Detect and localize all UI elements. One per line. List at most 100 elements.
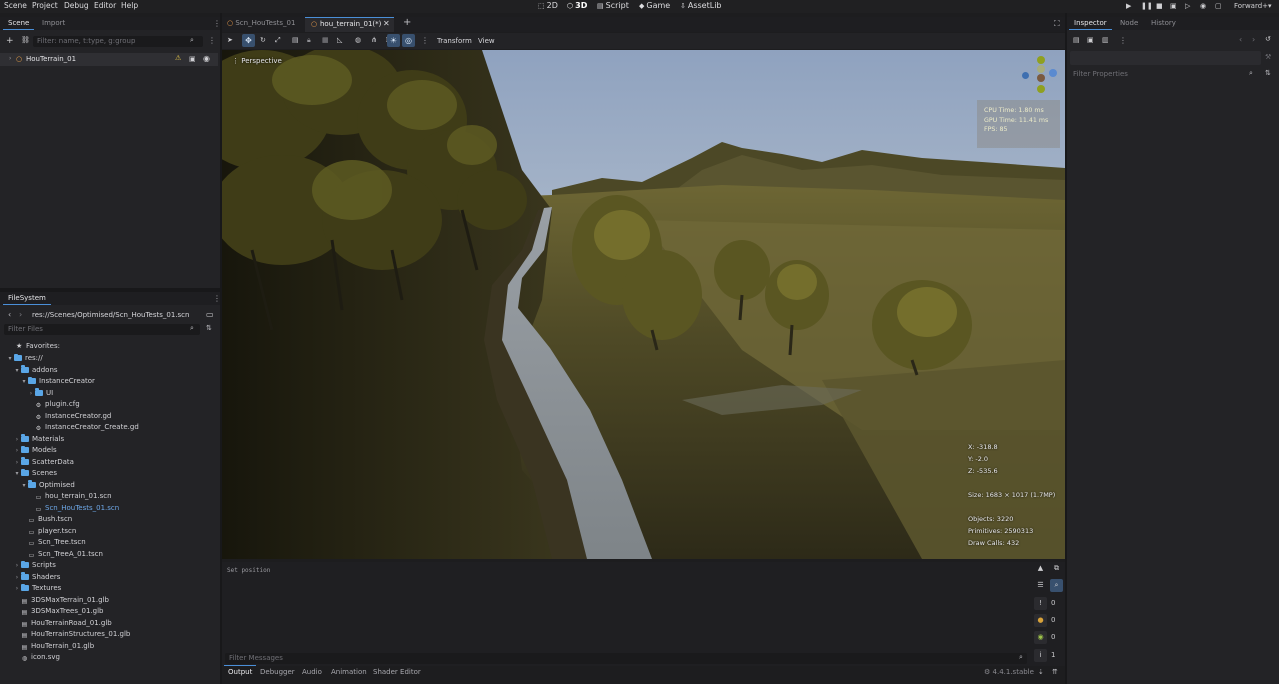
fullscreen-icon[interactable]: ⛶	[1054, 19, 1060, 29]
sun-preview-icon[interactable]: ☀	[387, 34, 400, 47]
rotate-tool-icon[interactable]: ↻	[260, 36, 266, 44]
play-icon[interactable]: ▶	[1126, 2, 1131, 10]
expand-panel-icon[interactable]: ⇈	[1052, 668, 1058, 676]
pause-icon[interactable]: ❚❚	[1141, 2, 1153, 10]
warning-icon[interactable]: ⚠	[175, 54, 181, 62]
forward-icon[interactable]: ›	[19, 310, 22, 319]
expand-arrow-icon[interactable]: ›	[13, 572, 21, 584]
file-row[interactable]: ▭ Bush.tscn	[0, 514, 218, 526]
menu-help[interactable]: Help	[121, 1, 138, 10]
back-icon[interactable]: ‹	[8, 310, 11, 319]
movie-maker-icon[interactable]: ◉	[1200, 2, 1206, 10]
history-back-icon[interactable]: ‹	[1239, 35, 1242, 44]
filter-lines-icon[interactable]: ☰	[1034, 579, 1047, 592]
file-row[interactable]: ⚙ InstanceCreator.gd	[0, 411, 218, 423]
close-icon[interactable]: ✕	[383, 19, 390, 28]
link-icon[interactable]: ⛓	[21, 36, 30, 44]
sort-icon[interactable]: ⇅	[1265, 69, 1271, 77]
expand-arrow-icon[interactable]: ▾	[6, 353, 14, 365]
folder-row[interactable]: › Shaders	[0, 572, 218, 584]
tab-history[interactable]: History	[1151, 19, 1176, 27]
3d-viewport[interactable]: ⋮ Perspective CPU Time: 1.80 ms GPU Time…	[222, 50, 1065, 559]
scene-filter-input[interactable]: Filter: name, t:type, g:group	[33, 36, 203, 47]
expand-arrow-icon[interactable]: ›	[13, 445, 21, 457]
move-tool-icon[interactable]: ✥	[242, 34, 255, 47]
workspace-2d-button[interactable]: ⬚ 2D	[538, 1, 558, 10]
select-tool-icon[interactable]: ➤	[227, 36, 233, 44]
workspace-game-button[interactable]: ◆ Game	[639, 1, 670, 10]
tab-debugger[interactable]: Debugger	[260, 668, 295, 676]
tree-node-root[interactable]: › ○ HouTerrain_01 ⚠ ▣ ◉	[0, 53, 218, 66]
workspace-script-button[interactable]: ▤ Script	[597, 1, 629, 10]
tab-filesystem[interactable]: FileSystem	[3, 294, 51, 305]
load-resource-icon[interactable]: ▣	[1087, 36, 1094, 44]
view-menu[interactable]: View	[478, 37, 495, 45]
expand-arrow-icon[interactable]: ▾	[13, 468, 21, 480]
file-row[interactable]: ◍ icon.svg	[0, 652, 218, 664]
object-history-icon[interactable]: ↺	[1265, 35, 1271, 43]
tab-output[interactable]: Output	[223, 665, 257, 676]
path-field[interactable]: res://Scenes/Optimised/Scn_HouTests_01.s…	[32, 311, 189, 319]
clear-log-icon[interactable]: ▲	[1034, 562, 1047, 575]
kebab-menu-icon[interactable]: ⋮	[421, 36, 429, 45]
scale-tool-icon[interactable]: ⤢	[275, 36, 281, 45]
filter-messages-input[interactable]: Filter Messages	[225, 653, 1027, 664]
folder-row[interactable]: › UI	[0, 388, 218, 400]
visibility-icon[interactable]: ◉	[203, 54, 210, 63]
menu-editor[interactable]: Editor	[94, 1, 116, 10]
search-toggle-icon[interactable]: ⌕	[1050, 579, 1063, 592]
left-dock-divider[interactable]	[0, 288, 220, 292]
tab-scene[interactable]: Scene	[2, 19, 35, 30]
transform-menu[interactable]: Transform	[437, 37, 472, 45]
folder-row[interactable]: ▾ Scenes	[0, 468, 218, 480]
environment-preview-icon[interactable]: ◎	[402, 34, 415, 47]
snap-icon[interactable]: ⋔	[371, 36, 377, 44]
view-gizmo[interactable]	[1020, 55, 1062, 97]
scene-tab-inactive[interactable]: ○ Scn_HouTests_01	[227, 19, 295, 27]
expand-arrow-icon[interactable]: ▾	[20, 480, 28, 492]
file-row[interactable]: ▤ HouTerrain_01.glb	[0, 641, 218, 653]
tab-shader-editor[interactable]: Shader Editor	[373, 668, 421, 676]
tab-animation[interactable]: Animation	[331, 668, 367, 676]
folder-row[interactable]: › Textures	[0, 583, 218, 595]
z-axis-gizmo-icon[interactable]	[1037, 65, 1045, 73]
tab-audio[interactable]: Audio	[302, 668, 322, 676]
file-row[interactable]: ▤ HouTerrainStructures_01.glb	[0, 629, 218, 641]
folder-row[interactable]: ▾ Optimised	[0, 480, 218, 492]
kebab-menu-icon[interactable]: ⋮	[1119, 36, 1127, 45]
object-path-field[interactable]	[1070, 51, 1261, 65]
file-row[interactable]: ⚙ InstanceCreator_Create.gd	[0, 422, 218, 434]
file-row[interactable]: ▭ hou_terrain_01.scn	[0, 491, 218, 503]
copy-icon[interactable]: ⧉	[1050, 562, 1063, 575]
new-resource-icon[interactable]: ▤	[1073, 36, 1080, 44]
right-split-divider[interactable]	[1065, 13, 1067, 684]
filter-properties-input[interactable]: Filter Properties	[1070, 69, 1261, 80]
menu-project[interactable]: Project	[32, 1, 58, 10]
lock-icon[interactable]: 🔒︎	[307, 36, 311, 45]
play-custom-icon[interactable]: ▷	[1185, 2, 1190, 10]
tool-icon[interactable]: ⚒	[1265, 53, 1271, 61]
renderer-select[interactable]: Forward+▾	[1234, 2, 1272, 10]
folder-row[interactable]: › ScatterData	[0, 457, 218, 469]
history-forward-icon[interactable]: ›	[1252, 35, 1255, 44]
favorites-row[interactable]: ★ Favorites:	[0, 341, 218, 353]
folder-row[interactable]: ▾ addons	[0, 365, 218, 377]
error-icon[interactable]: !	[1034, 597, 1047, 610]
menu-debug[interactable]: Debug	[64, 1, 89, 10]
expand-arrow-icon[interactable]: ›	[13, 560, 21, 572]
file-row[interactable]: ▭ Scn_HouTests_01.scn	[0, 503, 218, 515]
sort-icon[interactable]: ⇅	[206, 324, 212, 332]
workspace-3d-button[interactable]: ⬡ 3D	[567, 1, 587, 10]
file-row[interactable]: ▤ HouTerrainRoad_01.glb	[0, 618, 218, 630]
tab-import[interactable]: Import	[42, 19, 65, 27]
group-icon[interactable]: ▦	[322, 36, 329, 44]
folder-row[interactable]: ▾ InstanceCreator	[0, 376, 218, 388]
x-axis-gizmo-icon[interactable]	[1037, 74, 1045, 82]
collapse-arrow-icon[interactable]: ›	[9, 55, 11, 62]
files-filter-input[interactable]: Filter Files	[4, 324, 200, 335]
expand-arrow-icon[interactable]: ›	[13, 583, 21, 595]
file-row[interactable]: ⚙ plugin.cfg	[0, 399, 218, 411]
remote-icon[interactable]: ▢	[1215, 2, 1222, 10]
warning-icon[interactable]: ●	[1034, 614, 1047, 627]
expand-arrow-icon[interactable]: ▾	[20, 376, 28, 388]
